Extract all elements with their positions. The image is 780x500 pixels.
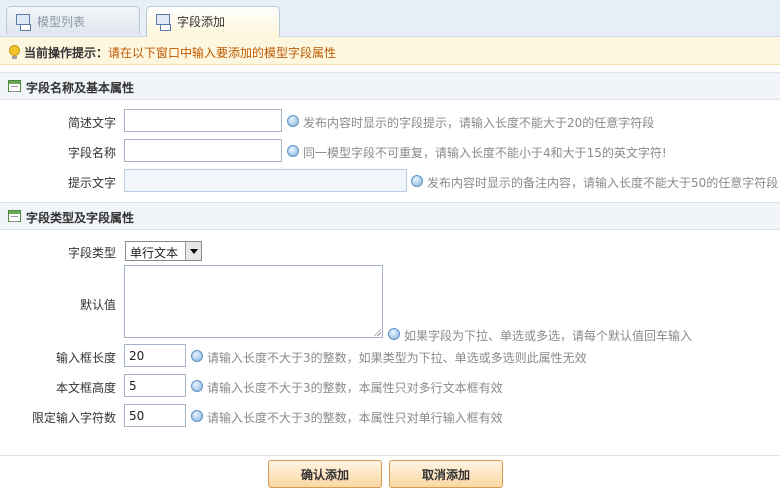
- info-bulb-icon: [191, 410, 203, 422]
- operation-tip-bar: 当前操作提示：请在以下窗口中输入要添加的模型字段属性: [0, 37, 780, 65]
- hint-text: 请输入长度不大于3的整数，本属性只对单行输入框有效: [207, 411, 503, 425]
- tab-model-list[interactable]: 模型列表: [6, 6, 140, 34]
- hint-text: 同一模型字段不可重复，请输入长度不能小于4和大于15的英文字符!: [303, 146, 667, 160]
- confirm-add-button[interactable]: 确认添加: [268, 460, 382, 488]
- default-value-hint: 如果字段为下拉、单选或多选，请每个默认值回车输入: [388, 327, 692, 344]
- prompt-label: 提示文字: [67, 176, 116, 190]
- section-title: 字段名称及基本属性: [26, 81, 135, 95]
- max-chars-hint: 请输入长度不大于3的整数，本属性只对单行输入框有效: [191, 409, 503, 426]
- description-label: 简述文字: [67, 116, 116, 130]
- info-bulb-icon: [191, 350, 203, 362]
- section-type-attributes: 字段类型及字段属性: [0, 202, 780, 230]
- lightbulb-icon: [9, 45, 20, 59]
- field-name-hint: 同一模型字段不可重复，请输入长度不能小于4和大于15的英文字符!: [287, 144, 667, 161]
- info-bulb-icon: [388, 328, 400, 340]
- description-input[interactable]: [124, 109, 282, 132]
- default-value-textarea[interactable]: [124, 265, 383, 338]
- textarea-height-label: 本文框高度: [55, 381, 116, 395]
- window-icon: [16, 14, 31, 31]
- info-bulb-icon: [287, 145, 299, 157]
- tab-field-add[interactable]: 字段添加: [146, 6, 280, 37]
- prompt-input[interactable]: [124, 169, 407, 192]
- section-basic-attributes: 字段名称及基本属性: [0, 72, 780, 100]
- cancel-add-button[interactable]: 取消添加: [389, 460, 503, 488]
- window-icon: [156, 14, 171, 31]
- input-length-label: 输入框长度: [55, 351, 116, 365]
- tab-label: 模型列表: [37, 15, 86, 29]
- tip-label: 当前操作提示：: [24, 46, 109, 60]
- default-value-label: 默认值: [79, 298, 116, 312]
- max-chars-input[interactable]: [124, 404, 186, 427]
- hint-text: 发布内容时显示的字段提示，请输入长度不能大于20的任意字符段: [303, 116, 655, 130]
- tab-label: 字段添加: [177, 15, 226, 29]
- form-icon: [8, 210, 21, 222]
- textarea-height-hint: 请输入长度不大于3的整数，本属性只对多行文本框有效: [191, 379, 503, 396]
- info-bulb-icon: [191, 380, 203, 392]
- info-bulb-icon: [411, 175, 423, 187]
- max-chars-label: 限定输入字符数: [31, 411, 116, 425]
- input-length-hint: 请输入长度不大于3的整数，如果类型为下拉、单选或多选则此属性无效: [191, 349, 587, 366]
- field-name-input[interactable]: [124, 139, 282, 162]
- tip-message: 请在以下窗口中输入要添加的模型字段属性: [108, 46, 337, 60]
- section-title: 字段类型及字段属性: [26, 211, 135, 225]
- resize-grip-icon[interactable]: [373, 328, 381, 336]
- field-type-select[interactable]: 单行文本: [125, 241, 202, 261]
- chevron-down-icon[interactable]: [185, 242, 201, 260]
- textarea-height-input[interactable]: [124, 374, 186, 397]
- input-length-input[interactable]: [124, 344, 186, 367]
- hint-text: 请输入长度不大于3的整数，如果类型为下拉、单选或多选则此属性无效: [207, 351, 587, 365]
- info-bulb-icon: [287, 115, 299, 127]
- tab-bar: 模型列表 字段添加: [0, 0, 780, 37]
- hint-text: 如果字段为下拉、单选或多选，请每个默认值回车输入: [404, 329, 693, 343]
- field-type-label: 字段类型: [67, 246, 116, 260]
- description-hint: 发布内容时显示的字段提示，请输入长度不能大于20的任意字符段: [287, 114, 654, 131]
- hint-text: 发布内容时显示的备注内容，请输入长度不能大于50的任意字符段: [427, 176, 779, 190]
- field-name-label: 字段名称: [67, 146, 116, 160]
- prompt-hint: 发布内容时显示的备注内容，请输入长度不能大于50的任意字符段: [411, 174, 778, 191]
- hint-text: 请输入长度不大于3的整数，本属性只对多行文本框有效: [207, 381, 503, 395]
- form-footer: 确认添加 取消添加: [0, 455, 780, 500]
- selected-value: 单行文本: [130, 246, 179, 260]
- form-icon: [8, 80, 21, 92]
